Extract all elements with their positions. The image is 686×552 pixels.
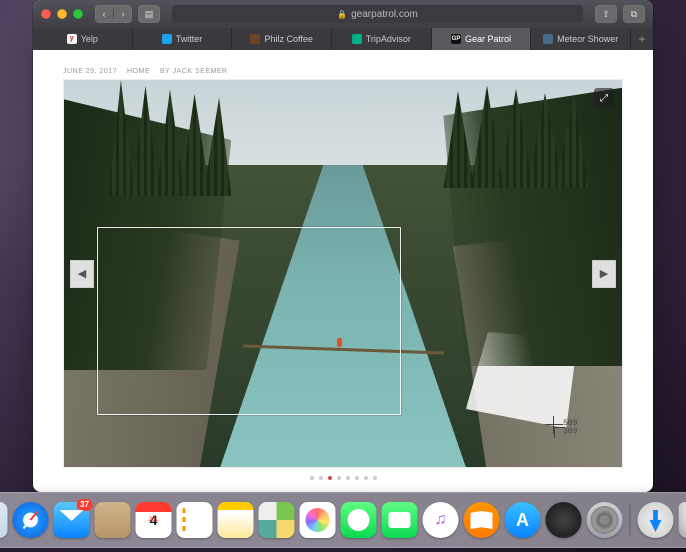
messages-app-icon[interactable] (341, 502, 377, 538)
close-window-button[interactable] (41, 9, 51, 19)
toolbar: ‹ › ▤ 🔒 gearpatrol.com ⇪ ⧉ (33, 0, 653, 28)
share-button[interactable]: ⇪ (595, 5, 617, 23)
new-tab-button[interactable]: + (631, 28, 653, 50)
address-bar[interactable]: 🔒 gearpatrol.com (172, 5, 583, 23)
calendar-app-icon[interactable]: JUL4 (136, 502, 172, 538)
safari-app-icon[interactable] (13, 502, 49, 538)
article-byline: By JACK SEEMER (160, 68, 228, 75)
reminders-app-icon[interactable] (177, 502, 213, 538)
mail-badge: 37 (77, 499, 93, 511)
tab-philz[interactable]: Philz Coffee (232, 28, 332, 50)
tab-gearpatrol[interactable]: GPGear Patrol (432, 28, 532, 50)
tab-bar: yYelp Twitter Philz Coffee TripAdvisor G… (33, 28, 653, 50)
trash-icon[interactable] (679, 502, 686, 538)
dock: 37 JUL4 (0, 492, 686, 548)
page-content: JUNE 29, 2017 HOME By JACK SEEMER ⤢ ◀ ▶ … (33, 50, 653, 492)
appstore-app-icon[interactable] (505, 502, 541, 538)
zoom-window-button[interactable] (73, 9, 83, 19)
system-preferences-app-icon[interactable] (587, 502, 623, 538)
screenshot-selection-box[interactable] (97, 227, 400, 415)
back-forward-buttons[interactable]: ‹ › (95, 5, 132, 23)
itunes-app-icon[interactable] (423, 502, 459, 538)
address-text: gearpatrol.com (351, 9, 418, 20)
tab-meteorshower[interactable]: Meteor Shower (531, 28, 631, 50)
facetime-app-icon[interactable] (382, 502, 418, 538)
twitter-favicon-icon (162, 34, 172, 44)
yelp-favicon-icon: y (67, 34, 77, 44)
expand-icon[interactable]: ⤢ (594, 88, 614, 108)
sidebar-button[interactable]: ▤ (138, 5, 160, 23)
gearpatrol-favicon-icon: GP (451, 34, 461, 44)
contacts-app-icon[interactable] (95, 502, 131, 538)
notes-app-icon[interactable] (218, 502, 254, 538)
slide-indicators[interactable] (63, 468, 623, 480)
finder-app-icon[interactable] (0, 502, 8, 538)
downloads-stack-icon[interactable] (638, 502, 674, 538)
minimize-window-button[interactable] (57, 9, 67, 19)
tab-twitter[interactable]: Twitter (133, 28, 233, 50)
ibooks-app-icon[interactable] (464, 502, 500, 538)
tab-tripadvisor[interactable]: TripAdvisor (332, 28, 432, 50)
lock-icon: 🔒 (337, 10, 347, 19)
meteor-favicon-icon (543, 34, 553, 44)
dock-separator (630, 504, 631, 536)
article-date: JUNE 29, 2017 (63, 68, 117, 75)
tripadvisor-favicon-icon (352, 34, 362, 44)
safari-window: ‹ › ▤ 🔒 gearpatrol.com ⇪ ⧉ yYelp Twitter… (33, 0, 653, 492)
tabs-button[interactable]: ⧉ (623, 5, 645, 23)
philz-favicon-icon (250, 34, 260, 44)
photos-app-icon[interactable] (300, 502, 336, 538)
maps-app-icon[interactable] (259, 502, 295, 538)
crosshair-y: 309 (563, 427, 577, 436)
article-meta: JUNE 29, 2017 HOME By JACK SEEMER (63, 68, 623, 75)
tab-yelp[interactable]: yYelp (33, 28, 133, 50)
next-slide-button[interactable]: ▶ (592, 260, 616, 288)
article-category: HOME (127, 68, 150, 75)
back-button[interactable]: ‹ (95, 9, 114, 19)
screenshot-crosshair: 509 309 (563, 420, 577, 436)
forward-button[interactable]: › (114, 9, 132, 19)
prev-slide-button[interactable]: ◀ (70, 260, 94, 288)
generic-app-icon[interactable] (546, 502, 582, 538)
mail-app-icon[interactable]: 37 (54, 502, 90, 538)
hero-image: ⤢ ◀ ▶ 509 309 (63, 79, 623, 468)
window-controls (41, 9, 83, 19)
